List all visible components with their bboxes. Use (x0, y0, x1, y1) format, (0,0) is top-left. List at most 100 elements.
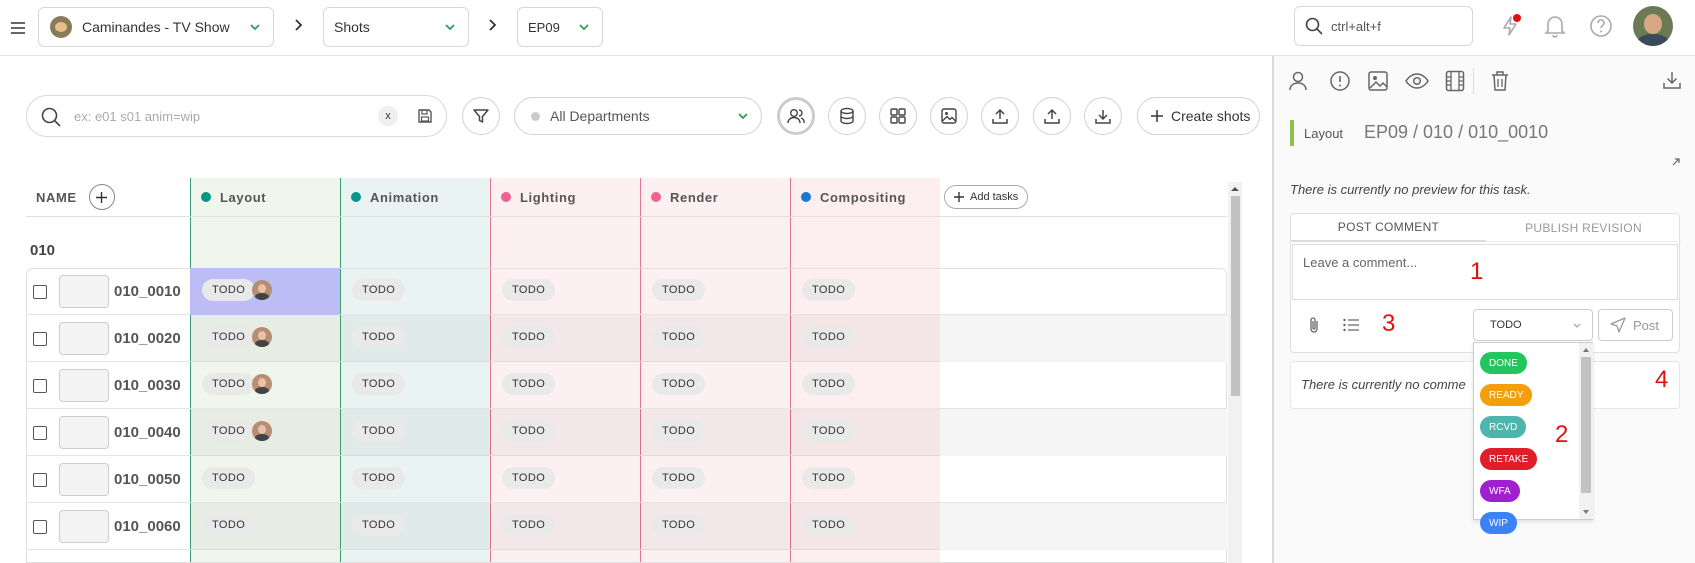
hamburger-menu-icon[interactable] (11, 21, 25, 35)
filter-button[interactable] (462, 97, 500, 135)
task-cell[interactable]: TODO (640, 456, 790, 503)
dropdown-scrollbar[interactable] (1579, 343, 1593, 519)
task-status-badge[interactable]: TODO (652, 467, 706, 489)
film-icon[interactable] (1445, 70, 1465, 92)
task-cell[interactable]: TODO (640, 362, 790, 409)
user-avatar[interactable] (1633, 6, 1673, 46)
task-cell[interactable]: TODO (190, 315, 340, 362)
task-cell[interactable]: TODO (340, 362, 490, 409)
task-cell[interactable]: TODO (640, 315, 790, 362)
table-scrollbar[interactable] (1228, 182, 1242, 563)
row-checkbox[interactable] (33, 332, 47, 346)
status-option[interactable]: WFA (1480, 480, 1520, 502)
alert-icon[interactable] (1329, 70, 1351, 92)
assignee-avatar[interactable] (252, 327, 272, 347)
shot-name[interactable]: 010_0040 (114, 424, 181, 441)
task-cell[interactable]: TODO (190, 409, 340, 456)
task-cell[interactable]: TODO (190, 362, 340, 409)
task-status-badge[interactable]: TODO (652, 373, 706, 395)
expand-icon[interactable] (1671, 157, 1681, 167)
task-cell[interactable]: TODO (340, 315, 490, 362)
status-dropdown[interactable]: DONE READY RCVD RETAKE WFA WIP (1473, 342, 1593, 534)
task-status-badge[interactable]: TODO (202, 373, 256, 395)
column-header-lighting[interactable]: Lighting (490, 178, 576, 216)
status-option[interactable]: READY (1480, 384, 1533, 406)
status-option[interactable]: WIP (1480, 512, 1517, 534)
task-status-badge[interactable]: TODO (502, 373, 556, 395)
image-icon[interactable] (1367, 70, 1389, 92)
task-cell[interactable]: TODO (790, 362, 940, 409)
assignee-avatar[interactable] (252, 374, 272, 394)
assignee-avatar[interactable] (252, 421, 272, 441)
shot-thumbnail[interactable] (59, 510, 109, 543)
data-toggle-button[interactable] (828, 97, 866, 135)
tab-post-comment[interactable]: POST COMMENT (1291, 214, 1486, 242)
tab-publish-revision[interactable]: PUBLISH REVISION (1486, 214, 1681, 242)
production-selector[interactable]: Caminandes - TV Show (38, 7, 274, 47)
task-cell[interactable]: TODO (490, 362, 640, 409)
task-status-badge[interactable]: TODO (802, 514, 856, 536)
assignee-avatar[interactable] (252, 280, 272, 300)
task-status-badge[interactable]: TODO (202, 326, 256, 348)
row-checkbox[interactable] (33, 426, 47, 440)
task-status-badge[interactable]: TODO (652, 279, 706, 301)
task-status-badge[interactable]: TODO (502, 279, 556, 301)
shot-search-input[interactable]: ex: e01 s01 anim=wip x (26, 95, 447, 137)
column-header-layout[interactable]: Layout (190, 178, 266, 216)
row-checkbox[interactable] (33, 285, 47, 299)
status-option[interactable]: DONE (1480, 352, 1527, 374)
task-status-badge[interactable]: TODO (352, 279, 406, 301)
task-cell[interactable]: TODO (490, 409, 640, 456)
task-status-badge[interactable]: TODO (352, 420, 406, 442)
task-status-badge[interactable]: TODO (202, 420, 256, 442)
task-cell[interactable]: TODO (340, 268, 490, 315)
task-status-badge[interactable]: TODO (802, 373, 856, 395)
task-status-badge[interactable]: TODO (652, 420, 706, 442)
department-filter[interactable]: All Departments (514, 97, 762, 135)
news-bolt-icon[interactable] (1498, 14, 1522, 38)
task-status-badge[interactable]: TODO (802, 420, 856, 442)
post-button[interactable]: Post (1598, 309, 1673, 341)
upload-edl-button[interactable] (981, 97, 1019, 135)
help-icon[interactable] (1589, 14, 1613, 38)
task-status-badge[interactable]: TODO (202, 467, 256, 489)
task-status-badge[interactable]: TODO (352, 467, 406, 489)
shot-thumbnail[interactable] (59, 416, 109, 449)
comment-textarea[interactable]: Leave a comment... (1292, 244, 1678, 300)
task-cell[interactable]: TODO (640, 268, 790, 315)
eye-icon[interactable] (1405, 72, 1429, 90)
export-button[interactable] (1084, 97, 1122, 135)
task-status-badge[interactable]: TODO (502, 514, 556, 536)
assignments-toggle-button[interactable] (777, 97, 815, 135)
grid-view-button[interactable] (879, 97, 917, 135)
import-button[interactable] (1033, 97, 1071, 135)
status-option[interactable]: RCVD (1480, 416, 1527, 438)
task-status-badge[interactable]: TODO (652, 326, 706, 348)
task-cell[interactable]: TODO (340, 456, 490, 503)
shot-name[interactable]: 010_0010 (114, 283, 181, 300)
task-status-badge[interactable]: TODO (352, 373, 406, 395)
shot-thumbnail[interactable] (59, 463, 109, 496)
episode-selector[interactable]: EP09 (517, 7, 603, 47)
row-checkbox[interactable] (33, 473, 47, 487)
shot-name[interactable]: 010_0060 (114, 518, 181, 535)
attachment-icon[interactable] (1307, 316, 1321, 334)
row-checkbox[interactable] (33, 520, 47, 534)
section-selector[interactable]: Shots (323, 7, 469, 47)
create-shots-button[interactable]: Create shots (1137, 97, 1260, 135)
thumbnails-button[interactable] (930, 97, 968, 135)
notification-bell-icon[interactable] (1544, 14, 1566, 38)
trash-icon[interactable] (1491, 70, 1509, 92)
column-header-animation[interactable]: Animation (340, 178, 439, 216)
task-cell[interactable]: TODO (790, 456, 940, 503)
status-option[interactable]: RETAKE (1480, 448, 1538, 470)
task-status-badge[interactable]: TODO (352, 514, 406, 536)
assign-person-icon[interactable] (1288, 70, 1308, 92)
task-status-badge[interactable]: TODO (502, 467, 556, 489)
save-search-icon[interactable] (417, 108, 433, 124)
clear-search-button[interactable]: x (378, 106, 398, 126)
add-column-button[interactable] (88, 184, 115, 210)
task-cell[interactable]: TODO (790, 268, 940, 315)
scrollbar-thumb[interactable] (1231, 196, 1240, 396)
task-cell[interactable]: TODO (490, 456, 640, 503)
